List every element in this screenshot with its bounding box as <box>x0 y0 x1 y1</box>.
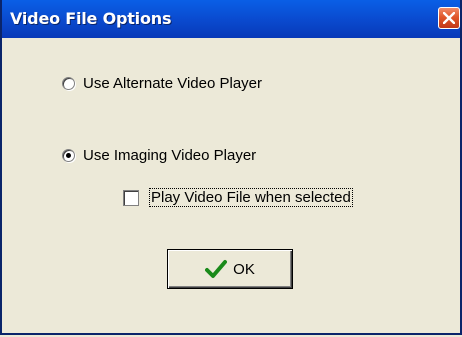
play-video-checkbox[interactable] <box>123 189 139 206</box>
play-video-label[interactable]: Play Video File when selected <box>149 188 353 207</box>
title-bar[interactable]: Video File Options <box>2 0 460 38</box>
window-title: Video File Options <box>10 9 172 28</box>
ok-label: OK <box>233 260 255 278</box>
alternate-player-option[interactable]: Use Alternate Video Player <box>62 75 262 92</box>
imaging-player-label[interactable]: Use Imaging Video Player <box>83 147 256 164</box>
imaging-player-option[interactable]: Use Imaging Video Player <box>62 147 256 164</box>
dialog-body: Use Alternate Video Player Use Imaging V… <box>2 38 460 333</box>
close-button[interactable] <box>438 7 460 29</box>
imaging-player-radio[interactable] <box>62 149 75 162</box>
dialog-window: Video File Options Use Alternate Video P… <box>0 0 462 335</box>
close-icon <box>443 12 455 24</box>
alternate-player-label[interactable]: Use Alternate Video Player <box>83 75 262 92</box>
play-video-option[interactable]: Play Video File when selected <box>123 188 353 207</box>
ok-button[interactable]: OK <box>167 249 293 289</box>
alternate-player-radio[interactable] <box>62 77 75 90</box>
checkmark-icon <box>205 260 228 278</box>
